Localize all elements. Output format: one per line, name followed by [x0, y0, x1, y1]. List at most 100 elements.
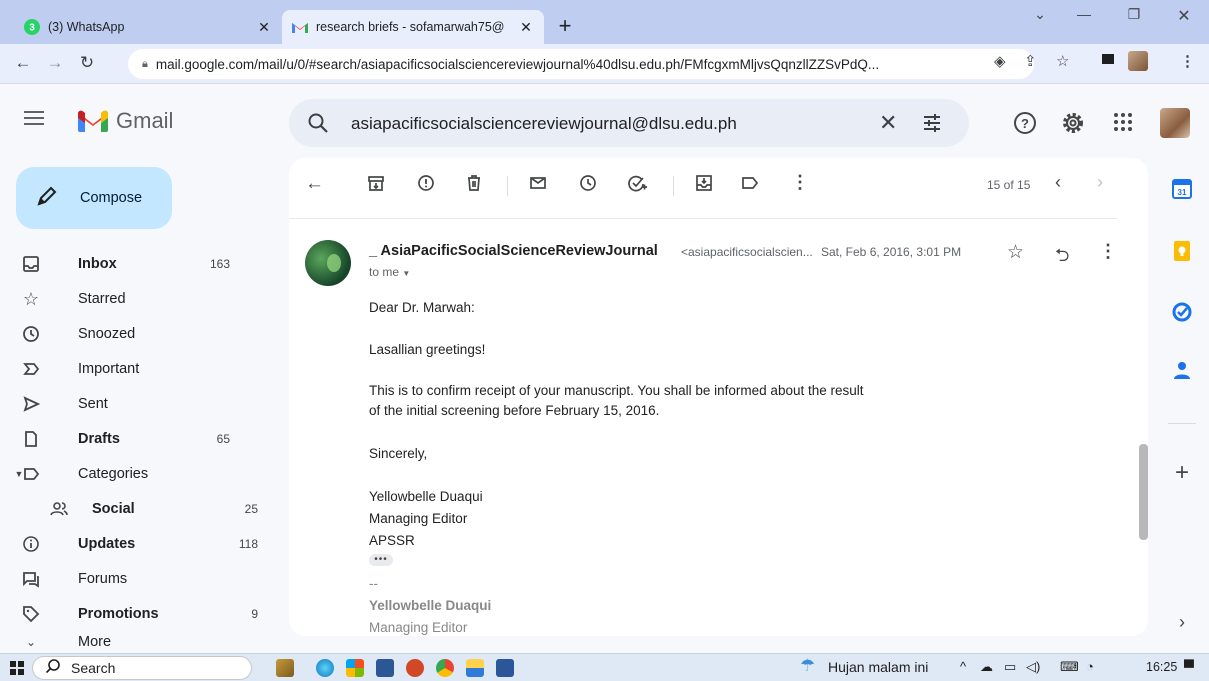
sender-name[interactable]: _ AsiaPacificSocialScienceReviewJournal — [369, 243, 658, 259]
bookmark-star-icon[interactable]: ☆ — [1056, 52, 1069, 70]
wifi-icon[interactable]: ◔ — [1086, 659, 1094, 674]
tab-title: (3) WhatsApp — [48, 20, 125, 34]
newer-icon[interactable]: ‹ — [1055, 172, 1061, 193]
calculator-icon[interactable] — [376, 659, 394, 677]
info-icon — [20, 533, 42, 555]
tab-search-icon[interactable]: ⌄ — [1020, 6, 1060, 23]
report-spam-icon[interactable] — [417, 174, 435, 197]
more-options-icon[interactable]: ⋮ — [791, 172, 809, 193]
windows-start-icon[interactable] — [10, 661, 24, 675]
battery-icon[interactable]: ▭ — [1004, 659, 1016, 675]
sidebar-item-drafts[interactable]: Drafts 65 — [0, 422, 270, 456]
sidebar-item-social[interactable]: Social 25 — [0, 492, 270, 526]
recipients-toggle[interactable]: to me ▼ — [369, 265, 410, 279]
keyboard-icon[interactable]: ⌨ — [1060, 659, 1079, 675]
gmail-logo[interactable]: Gmail — [78, 108, 173, 134]
sidebar-item-promotions[interactable]: Promotions 9 — [0, 597, 270, 631]
powerpoint-icon[interactable] — [406, 659, 424, 677]
notifications-icon[interactable]: ▀ — [1184, 659, 1194, 675]
tasks-icon[interactable] — [1171, 301, 1193, 323]
reply-icon[interactable]: ⮌ — [1055, 243, 1069, 273]
get-addons-icon[interactable]: + — [1171, 459, 1193, 486]
sidebar-item-categories[interactable]: ▼ Categories — [0, 457, 270, 491]
search-input[interactable]: asiapacificsocialsciencereviewjournal@dl… — [351, 114, 737, 134]
message-more-icon[interactable]: ⋮ — [1099, 241, 1117, 262]
contacts-icon[interactable] — [1171, 359, 1193, 381]
profile-avatar[interactable] — [1128, 51, 1148, 71]
address-bar[interactable]: 🔒︎ mail.google.com/mail/u/0/#search/asia… — [128, 49, 1034, 79]
sidebar-item-snoozed[interactable]: Snoozed — [0, 317, 270, 351]
caret-down-icon: ▼ — [402, 269, 411, 278]
sidebar-item-updates[interactable]: Updates 118 — [0, 527, 270, 561]
move-to-icon[interactable] — [695, 174, 713, 197]
close-tab-icon[interactable]: ✕ — [256, 19, 272, 36]
scrollbar-thumb[interactable] — [1139, 444, 1148, 540]
reload-icon[interactable]: ↻ — [76, 53, 98, 73]
older-icon[interactable]: › — [1097, 172, 1103, 193]
account-avatar[interactable] — [1160, 108, 1190, 138]
deer-widget-icon[interactable] — [276, 659, 294, 677]
restore-icon[interactable]: ❐ — [1114, 6, 1154, 23]
file-explorer-icon[interactable] — [466, 659, 484, 677]
new-tab-icon[interactable]: + — [552, 14, 578, 38]
sidebar-item-inbox[interactable]: Inbox 163 — [0, 247, 270, 281]
clock-time[interactable]: 16:25 — [1146, 660, 1177, 674]
chrome-icon[interactable] — [436, 659, 454, 677]
forward-icon[interactable]: → — [44, 53, 66, 73]
tab-whatsapp[interactable]: 3 (3) WhatsApp ✕ — [14, 10, 282, 44]
apps-grid-icon[interactable] — [1112, 111, 1134, 138]
label-icon[interactable] — [741, 174, 759, 197]
keep-icon[interactable] — [1171, 240, 1193, 262]
sidebar-toggle-icon[interactable] — [1100, 51, 1116, 72]
search-bar[interactable]: asiapacificsocialsciencereviewjournal@dl… — [289, 99, 969, 147]
back-icon[interactable]: ← — [12, 53, 34, 73]
sidebar-item-important[interactable]: Important — [0, 352, 270, 386]
volume-icon[interactable]: ◁) — [1026, 659, 1040, 675]
search-options-icon[interactable] — [921, 112, 943, 139]
edge-icon[interactable] — [316, 659, 334, 677]
minimize-icon[interactable]: — — [1064, 6, 1104, 22]
taskbar-search[interactable]: Search — [32, 656, 252, 680]
compose-button[interactable]: Compose — [16, 167, 172, 229]
taskbar-search-label: Search — [71, 660, 116, 676]
clock-icon — [20, 323, 42, 345]
clear-search-icon[interactable]: ✕ — [879, 110, 897, 136]
word-icon[interactable] — [496, 659, 514, 677]
show-trimmed-content-button[interactable]: ••• — [369, 554, 393, 566]
show-hidden-icons-icon[interactable]: ^ — [960, 659, 966, 674]
svg-text:31: 31 — [1178, 188, 1187, 197]
tag-icon — [20, 603, 42, 625]
tab-gmail[interactable]: research briefs - sofamarwah75@ ✕ — [282, 10, 544, 44]
sidebar-item-forums[interactable]: Forums — [0, 562, 270, 596]
search-icon[interactable] — [307, 112, 329, 139]
browser-menu-icon[interactable]: ⋮ — [1180, 52, 1195, 70]
sidebar-item-more[interactable]: ⌄ More — [0, 632, 270, 652]
expand-side-panel-icon[interactable]: › — [1171, 611, 1193, 633]
main-menu-icon[interactable] — [24, 111, 44, 129]
svg-text:3: 3 — [29, 23, 35, 34]
share-icon[interactable]: ⇪ — [1024, 52, 1037, 70]
star-icon[interactable]: ☆ — [1007, 241, 1024, 264]
onedrive-icon[interactable]: ☁ — [980, 659, 993, 675]
close-window-icon[interactable]: ✕ — [1164, 6, 1204, 26]
sender-avatar[interactable] — [305, 240, 351, 286]
calendar-icon[interactable]: 31 — [1171, 178, 1193, 200]
store-icon[interactable] — [346, 659, 364, 677]
settings-gear-icon[interactable] — [1061, 111, 1085, 140]
mark-unread-icon[interactable] — [529, 174, 547, 197]
delete-icon[interactable] — [465, 174, 483, 197]
sidebar-item-sent[interactable]: Sent — [0, 387, 270, 421]
back-to-results-icon[interactable]: ← — [305, 173, 324, 195]
weather-text[interactable]: Hujan malam ini — [828, 659, 928, 675]
signature-separator: -- — [369, 576, 378, 591]
whatsapp-icon: 3 — [24, 19, 40, 35]
sender-email: <asiapacificsocialscien... — [681, 245, 813, 259]
add-to-tasks-icon[interactable] — [627, 174, 647, 197]
star-icon: ☆ — [22, 288, 40, 309]
close-tab-icon[interactable]: ✕ — [518, 19, 534, 36]
eye-icon[interactable]: ◈ — [994, 52, 1006, 70]
support-icon[interactable]: ? — [1013, 111, 1037, 140]
archive-icon[interactable] — [367, 174, 385, 197]
sidebar-item-starred[interactable]: ☆ Starred — [0, 282, 270, 316]
snooze-icon[interactable] — [579, 174, 597, 197]
